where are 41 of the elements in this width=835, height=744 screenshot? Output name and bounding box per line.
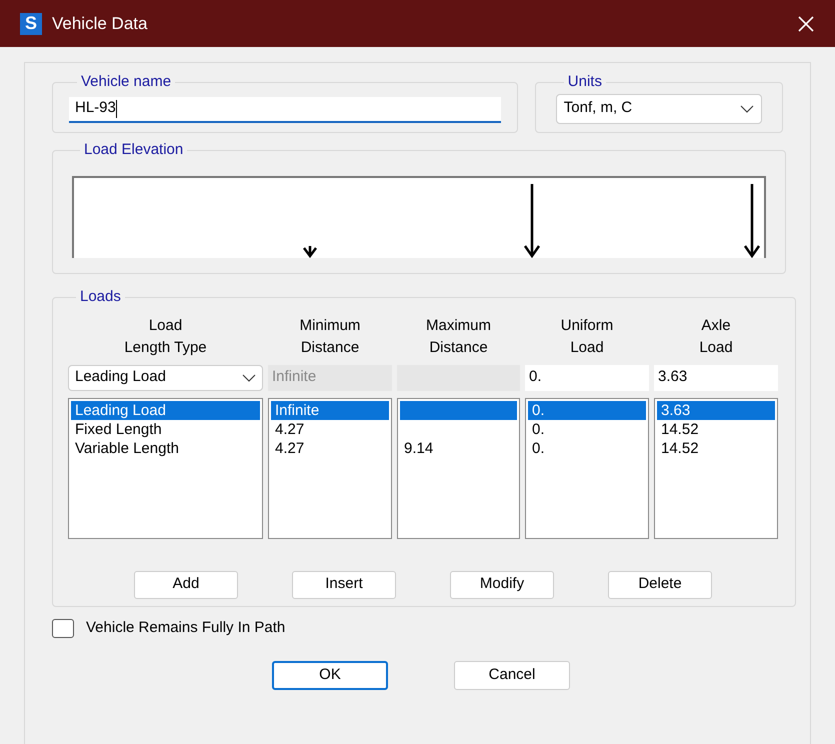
load-type-dropdown[interactable]: Leading Load: [68, 364, 263, 390]
uniform-load-field[interactable]: 0.: [525, 364, 649, 390]
dialog-button[interactable]: Cancel: [454, 660, 570, 690]
list-item[interactable]: 14.52: [657, 438, 775, 458]
chevron-down-icon: [740, 104, 754, 112]
units-dropdown[interactable]: Tonf, m, C: [556, 94, 762, 124]
column-header: Uniform Load: [560, 316, 614, 358]
column-header: Minimum Distance: [298, 316, 362, 358]
column-header: Maximum Distance: [424, 316, 492, 358]
list-item[interactable]: Fixed Length: [71, 420, 260, 438]
checkbox[interactable]: [52, 618, 74, 638]
app-logo-icon: S: [20, 12, 42, 34]
list-item[interactable]: 0.: [528, 438, 646, 458]
list-item[interactable]: 3.63: [657, 400, 775, 420]
chevron-down-icon: [242, 374, 256, 382]
dialog-button[interactable]: OK: [272, 660, 388, 690]
action-button[interactable]: Insert: [292, 570, 396, 598]
axle-load-field[interactable]: 3.63: [654, 364, 778, 390]
list-item[interactable]: Variable Length: [71, 438, 260, 458]
action-button[interactable]: Add: [134, 570, 238, 598]
list-item[interactable]: 4.27: [271, 438, 389, 458]
list-item[interactable]: 14.52: [657, 420, 775, 438]
checkbox-label: Vehicle Remains Fully In Path: [86, 618, 286, 638]
vehicle-name-field[interactable]: HL-93: [69, 96, 501, 122]
list-item[interactable]: 0.: [528, 400, 646, 420]
column-header: Axle Load: [698, 316, 734, 358]
group-label: Units: [566, 72, 603, 92]
window-title: Vehicle Data: [52, 12, 148, 35]
close-icon[interactable]: [797, 14, 815, 32]
column-header: Load Length Type: [123, 316, 208, 358]
list-item[interactable]: Leading Load: [71, 400, 260, 420]
list-item[interactable]: [400, 400, 517, 420]
group-label: Vehicle name: [80, 72, 172, 92]
group-label: Load Elevation: [83, 140, 184, 160]
group-label: Loads: [79, 287, 122, 307]
list-item[interactable]: 0.: [528, 420, 646, 438]
list-item[interactable]: 9.14: [400, 438, 517, 458]
list-item[interactable]: Infinite: [271, 400, 389, 420]
action-button[interactable]: Delete: [608, 570, 712, 598]
list-item[interactable]: 4.27: [271, 420, 389, 438]
action-button[interactable]: Modify: [450, 570, 554, 598]
